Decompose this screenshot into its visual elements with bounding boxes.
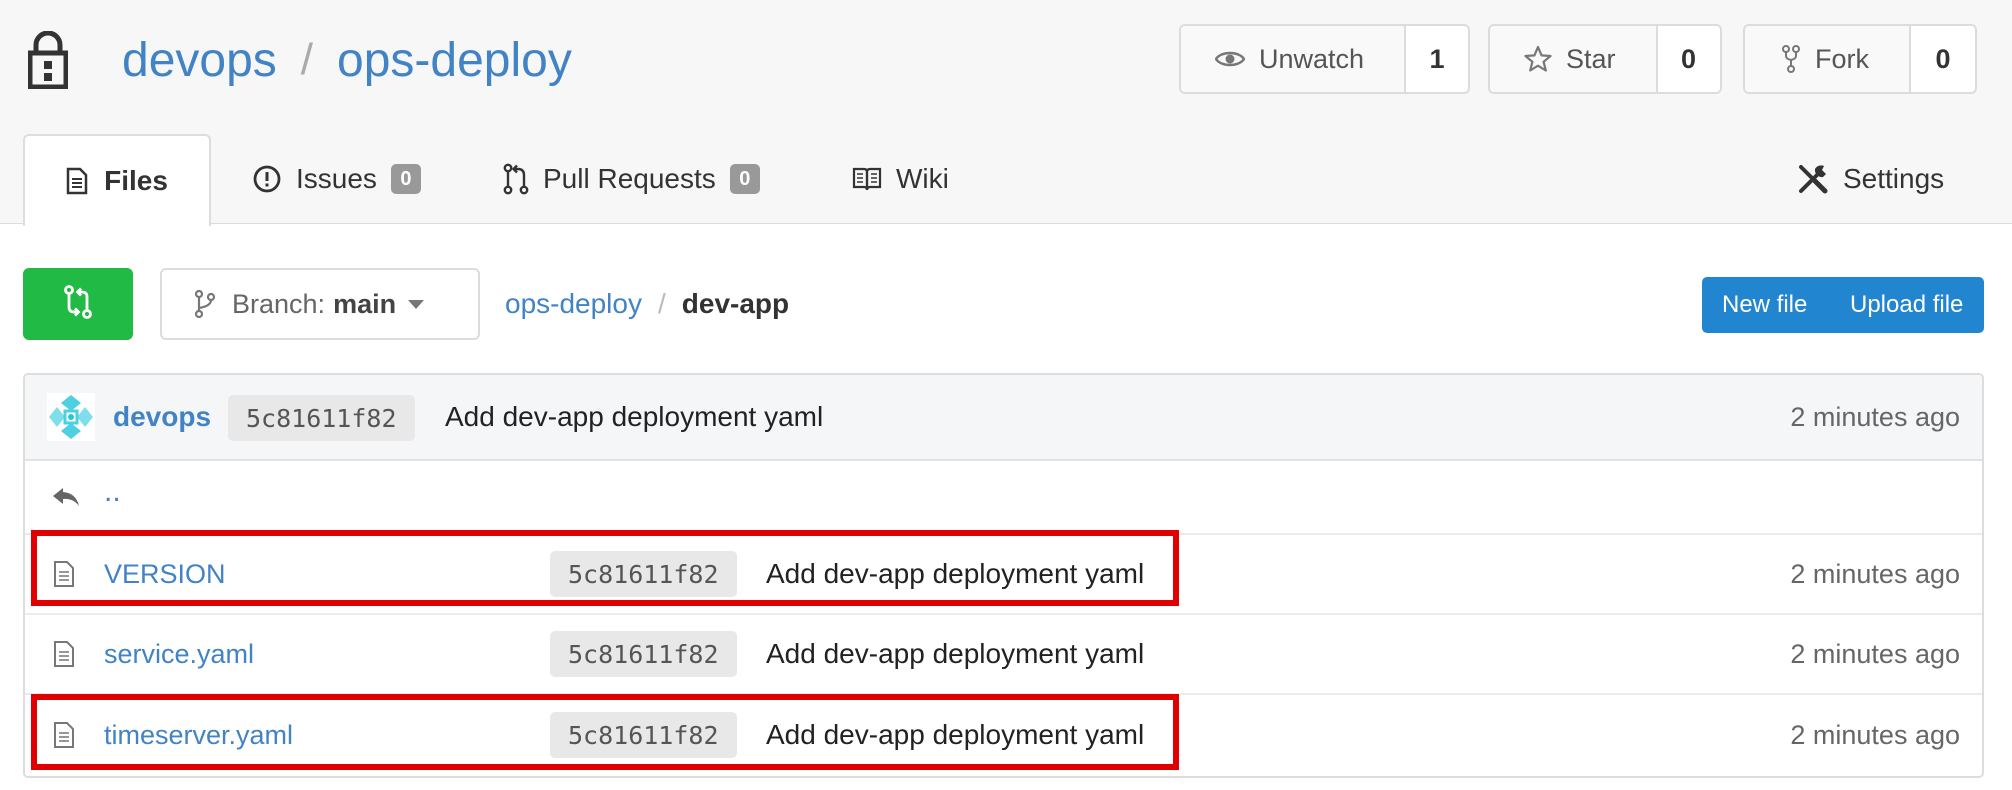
repo-name-link[interactable]: ops-deploy bbox=[337, 33, 572, 88]
pull-requests-count-badge: 0 bbox=[729, 164, 760, 194]
watchers-count[interactable]: 1 bbox=[1404, 26, 1469, 92]
tab-wiki-label: Wiki bbox=[896, 163, 949, 194]
tab-files-label: Files bbox=[104, 165, 168, 196]
file-row: timeserver.yaml 5c81611f82 Add dev-app d… bbox=[25, 695, 1982, 775]
fork-group: Fork 0 bbox=[1743, 24, 1977, 94]
stars-count[interactable]: 0 bbox=[1655, 26, 1720, 92]
file-row: service.yaml 5c81611f82 Add dev-app depl… bbox=[25, 615, 1982, 695]
branch-icon bbox=[194, 289, 216, 319]
file-commit-message[interactable]: Add dev-app deployment yaml bbox=[766, 719, 1144, 751]
file-icon bbox=[53, 721, 75, 749]
branch-selector[interactable]: Branch: main bbox=[160, 268, 480, 340]
file-commit-message[interactable]: Add dev-app deployment yaml bbox=[766, 558, 1144, 590]
commit-sha-link[interactable]: 5c81611f82 bbox=[228, 395, 415, 441]
star-button[interactable]: Star bbox=[1490, 26, 1656, 92]
file-actions-group: New file Upload file bbox=[1702, 277, 1984, 333]
fork-label: Fork bbox=[1815, 43, 1869, 74]
file-commit-sha[interactable]: 5c81611f82 bbox=[550, 712, 737, 758]
tab-wiki[interactable]: Wiki bbox=[852, 134, 949, 224]
repo-owner-link[interactable]: devops bbox=[122, 33, 277, 88]
commit-time: 2 minutes ago bbox=[1790, 401, 1960, 432]
star-icon bbox=[1524, 45, 1552, 73]
tools-icon bbox=[1797, 163, 1829, 195]
file-commit-time: 2 minutes ago bbox=[1790, 558, 1960, 589]
file-row: VERSION 5c81611f82 Add dev-app deploymen… bbox=[25, 535, 1982, 615]
breadcrumb-current: dev-app bbox=[681, 288, 790, 319]
unwatch-label: Unwatch bbox=[1259, 43, 1365, 74]
tab-settings[interactable]: Settings bbox=[1797, 134, 1944, 224]
avatar[interactable] bbox=[47, 393, 95, 441]
issues-count-badge: 0 bbox=[390, 164, 421, 194]
file-commit-time: 2 minutes ago bbox=[1790, 638, 1960, 669]
tab-pull-requests-label: Pull Requests bbox=[543, 163, 716, 194]
file-commit-sha[interactable]: 5c81611f82 bbox=[550, 551, 737, 597]
upload-file-button[interactable]: Upload file bbox=[1842, 277, 1963, 333]
repo-title: devops / ops-deploy bbox=[22, 20, 572, 100]
breadcrumb-separator: / bbox=[657, 288, 666, 319]
parent-directory-row[interactable]: .. bbox=[25, 461, 1982, 535]
branch-prefix: Branch: bbox=[232, 288, 326, 319]
eye-icon bbox=[1215, 49, 1245, 69]
parent-directory-link[interactable]: .. bbox=[104, 475, 121, 509]
fork-button[interactable]: Fork bbox=[1745, 26, 1909, 92]
unwatch-group: Unwatch 1 bbox=[1179, 24, 1471, 94]
lock-icon bbox=[22, 29, 74, 91]
file-name-link[interactable]: VERSION bbox=[104, 559, 226, 590]
commit-author-link[interactable]: devops bbox=[113, 401, 211, 433]
file-icon bbox=[53, 560, 75, 588]
chevron-down-icon bbox=[408, 299, 425, 309]
star-group: Star 0 bbox=[1488, 24, 1722, 94]
compare-button[interactable] bbox=[23, 268, 133, 340]
file-commit-sha[interactable]: 5c81611f82 bbox=[550, 631, 737, 677]
compare-icon bbox=[63, 284, 93, 324]
latest-commit-header: devops 5c81611f82 Add dev-app deployment… bbox=[25, 375, 1982, 461]
file-name-link[interactable]: service.yaml bbox=[104, 639, 254, 670]
unwatch-button[interactable]: Unwatch bbox=[1181, 26, 1405, 92]
new-file-button[interactable]: New file bbox=[1702, 277, 1842, 333]
file-commit-time: 2 minutes ago bbox=[1790, 719, 1960, 750]
file-table: devops 5c81611f82 Add dev-app deployment… bbox=[23, 373, 1984, 778]
branch-name: main bbox=[333, 288, 397, 319]
star-label: Star bbox=[1566, 43, 1616, 74]
fork-icon bbox=[1781, 44, 1801, 74]
tab-settings-label: Settings bbox=[1843, 163, 1945, 194]
tab-issues[interactable]: Issues 0 bbox=[252, 134, 421, 224]
file-name-link[interactable]: timeserver.yaml bbox=[104, 720, 293, 751]
commit-message[interactable]: Add dev-app deployment yaml bbox=[445, 401, 823, 433]
repo-title-separator: / bbox=[300, 35, 314, 84]
file-icon bbox=[53, 640, 75, 668]
reply-arrow-icon bbox=[51, 485, 81, 509]
breadcrumb-root-link[interactable]: ops-deploy bbox=[505, 288, 642, 320]
issue-opened-icon bbox=[252, 164, 282, 194]
tab-files[interactable]: Files bbox=[23, 134, 211, 226]
tab-pull-requests[interactable]: Pull Requests 0 bbox=[503, 134, 760, 224]
forks-count[interactable]: 0 bbox=[1909, 26, 1975, 92]
tab-issues-label: Issues bbox=[296, 163, 377, 194]
breadcrumb: ops-deploy / dev-app bbox=[505, 268, 789, 340]
pull-request-icon bbox=[503, 163, 529, 195]
book-icon bbox=[852, 166, 882, 192]
file-commit-message[interactable]: Add dev-app deployment yaml bbox=[766, 638, 1144, 670]
file-text-icon bbox=[66, 167, 88, 195]
